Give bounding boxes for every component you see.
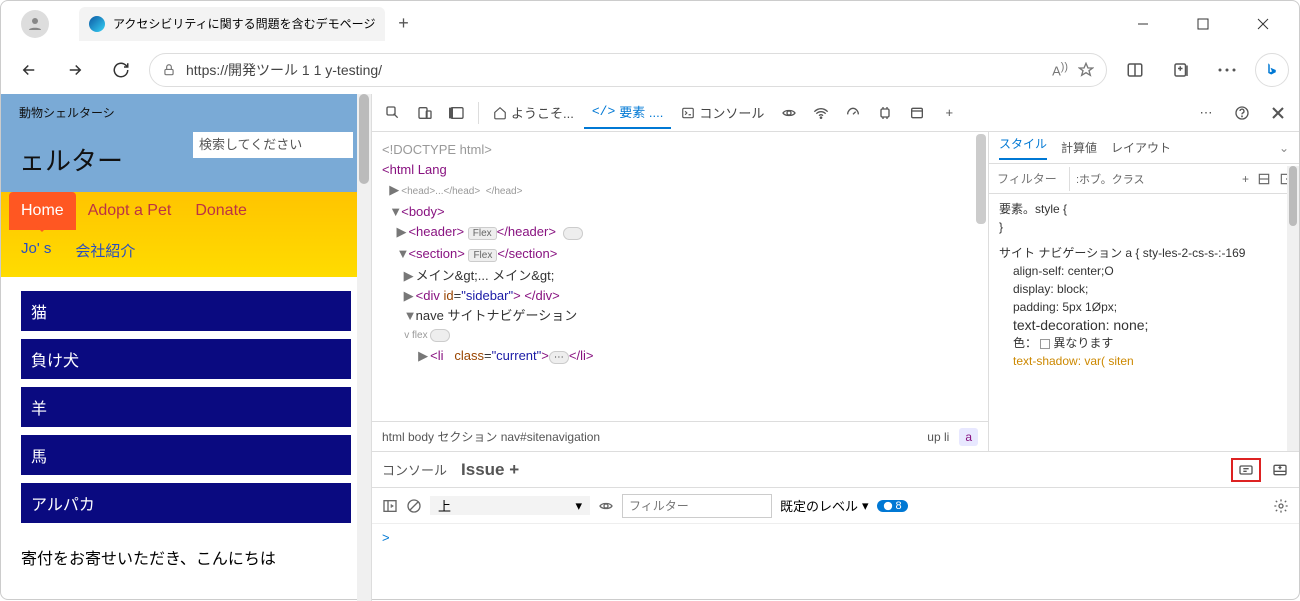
drawer-tab-issues[interactable]: Issue + (461, 460, 519, 480)
flex-editor-icon[interactable] (1257, 172, 1271, 186)
console-toolbar: 上▾ 既定のレベル ▾ 8 (372, 488, 1299, 524)
live-expression-icon[interactable] (598, 498, 614, 514)
styles-tabs: スタイル 計算値 レイアウト ⌄ (989, 132, 1299, 164)
devtools-panel: ようこそ... </>要素 .... コンソール + ⋯ <!DOCTYPE h… (371, 94, 1299, 601)
page-header: 動物シェルターシ 検索してください ェルター (1, 94, 371, 192)
search-input[interactable]: 検索してください (193, 132, 353, 158)
breadcrumb-selected[interactable]: a (959, 428, 978, 446)
inspect-icon[interactable] (378, 98, 408, 128)
devtools-menu-icon[interactable]: ⋯ (1191, 98, 1221, 128)
read-aloud-icon[interactable]: A)) (1052, 61, 1068, 78)
forward-button[interactable] (57, 52, 93, 88)
favorite-icon[interactable] (1078, 62, 1094, 78)
donation-text: 寄付をお寄せいただき、こんにちは (1, 545, 371, 569)
menu-button[interactable] (1209, 52, 1245, 88)
network-icon[interactable] (806, 98, 836, 128)
drawer-tab-console[interactable]: コンソール (382, 460, 447, 479)
device-toggle-icon[interactable] (410, 98, 440, 128)
performance-icon[interactable] (838, 98, 868, 128)
log-level-dropdown[interactable]: 既定のレベル ▾ (780, 496, 869, 515)
window-controls (1127, 8, 1291, 40)
dom-scrollbar[interactable] (976, 134, 986, 224)
tab-computed[interactable]: 計算値 (1061, 139, 1097, 156)
page-scrollbar[interactable] (357, 94, 371, 601)
dom-breadcrumb[interactable]: html body セクション nav#sitenavigation up li… (372, 421, 988, 451)
sources-icon[interactable] (774, 98, 804, 128)
brand-text: 動物シェルターシ (19, 104, 353, 121)
collections-icon[interactable] (1163, 52, 1199, 88)
console-drawer: コンソール Issue + 上▾ 既定のレベル ▾ 8 > (372, 451, 1299, 601)
dom-line[interactable]: <!DOCTYPE html> (382, 140, 978, 160)
list-item[interactable]: 馬 (21, 435, 351, 475)
hov-cls-button[interactable]: :ホブ。クラス (1069, 167, 1151, 191)
console-prompt: > (382, 530, 390, 545)
tab-title: アクセシビリティに関する問題を含むデモページ (113, 15, 375, 32)
console-body[interactable]: > (372, 524, 1299, 601)
browser-tab[interactable]: アクセシビリティに関する問題を含むデモページ (79, 7, 385, 41)
new-tab-button[interactable]: + (389, 10, 417, 38)
nav-about[interactable]: 会社紹介 (63, 230, 147, 271)
styles-filter-input[interactable] (989, 168, 1069, 190)
maximize-button[interactable] (1187, 8, 1219, 40)
application-icon[interactable] (902, 98, 932, 128)
rendered-page: 動物シェルターシ 検索してください ェルター Home Adopt a Pet … (1, 94, 371, 601)
breadcrumb-up[interactable]: up li (927, 430, 949, 444)
tab-styles[interactable]: スタイル (999, 135, 1047, 160)
styles-panel: スタイル 計算値 レイアウト ⌄ :ホブ。クラス + 要素。 (989, 132, 1299, 451)
close-devtools-icon[interactable] (1263, 98, 1293, 128)
devtools-tabs: ようこそ... </>要素 .... コンソール + ⋯ (372, 94, 1299, 132)
back-button[interactable] (11, 52, 47, 88)
minimize-button[interactable] (1127, 8, 1159, 40)
nav-home[interactable]: Home (9, 192, 76, 230)
chevron-down-icon[interactable]: ⌄ (1279, 141, 1289, 155)
list-item[interactable]: アルパカ (21, 483, 351, 523)
console-settings-icon[interactable] (1273, 498, 1289, 514)
browser-toolbar: https://開発ツール 1 1 y-testing/ A)) (1, 46, 1299, 94)
close-button[interactable] (1247, 8, 1279, 40)
dock-icon[interactable] (1271, 462, 1289, 478)
nav-donate[interactable]: Donate (183, 192, 259, 230)
list-item[interactable]: 負け犬 (21, 339, 351, 379)
tab-layout[interactable]: レイアウト (1111, 139, 1171, 156)
console-filter-input[interactable] (622, 494, 772, 518)
address-bar[interactable]: https://開発ツール 1 1 y-testing/ A)) (149, 53, 1107, 87)
profile-avatar[interactable] (21, 10, 49, 38)
memory-icon[interactable] (870, 98, 900, 128)
sidebar-toggle-icon[interactable] (382, 498, 398, 514)
tab-welcome[interactable]: ようこそ... (485, 97, 582, 128)
url-text: https://開発ツール 1 1 y-testing/ (186, 60, 1042, 80)
styles-filter-bar: :ホブ。クラス + (989, 164, 1299, 194)
nav-adopt[interactable]: Adopt a Pet (76, 192, 184, 230)
styles-scrollbar[interactable] (1287, 166, 1299, 451)
clear-console-icon[interactable] (406, 498, 422, 514)
bing-button[interactable] (1255, 53, 1289, 87)
context-dropdown[interactable]: 上▾ (430, 496, 590, 515)
breadcrumb-path[interactable]: html body セクション nav#sitenavigation (382, 428, 600, 445)
refresh-button[interactable] (103, 52, 139, 88)
new-rule-icon[interactable]: + (1242, 172, 1249, 186)
list-item[interactable]: 猫 (21, 291, 351, 331)
edge-icon (89, 16, 105, 32)
lock-icon (162, 63, 176, 77)
panel-layout-icon[interactable] (442, 98, 472, 128)
site-nav: Home Adopt a Pet Donate Jo' s 会社紹介 (1, 192, 371, 277)
drawer-tabs: コンソール Issue + (372, 452, 1299, 488)
dom-tree[interactable]: <!DOCTYPE html> <html Lang ▶<head>...</h… (372, 132, 988, 421)
styles-rules[interactable]: 要素。style { } サイト ナビゲーション a { sty-les-2-c… (989, 194, 1299, 384)
issue-count-badge[interactable]: 8 (877, 500, 908, 512)
more-tabs-icon[interactable]: + (934, 98, 964, 128)
animal-list: 猫 負け犬 羊 馬 アルパカ (1, 277, 371, 545)
issues-icon[interactable] (1231, 458, 1261, 482)
help-icon[interactable] (1227, 98, 1257, 128)
tab-elements[interactable]: </>要素 .... (584, 96, 671, 129)
elements-panel: <!DOCTYPE html> <html Lang ▶<head>...</h… (372, 132, 989, 451)
titlebar: アクセシビリティに関する問題を含むデモページ + (1, 1, 1299, 46)
list-item[interactable]: 羊 (21, 387, 351, 427)
tab-console[interactable]: コンソール (673, 97, 772, 128)
split-screen-icon[interactable] (1117, 52, 1153, 88)
